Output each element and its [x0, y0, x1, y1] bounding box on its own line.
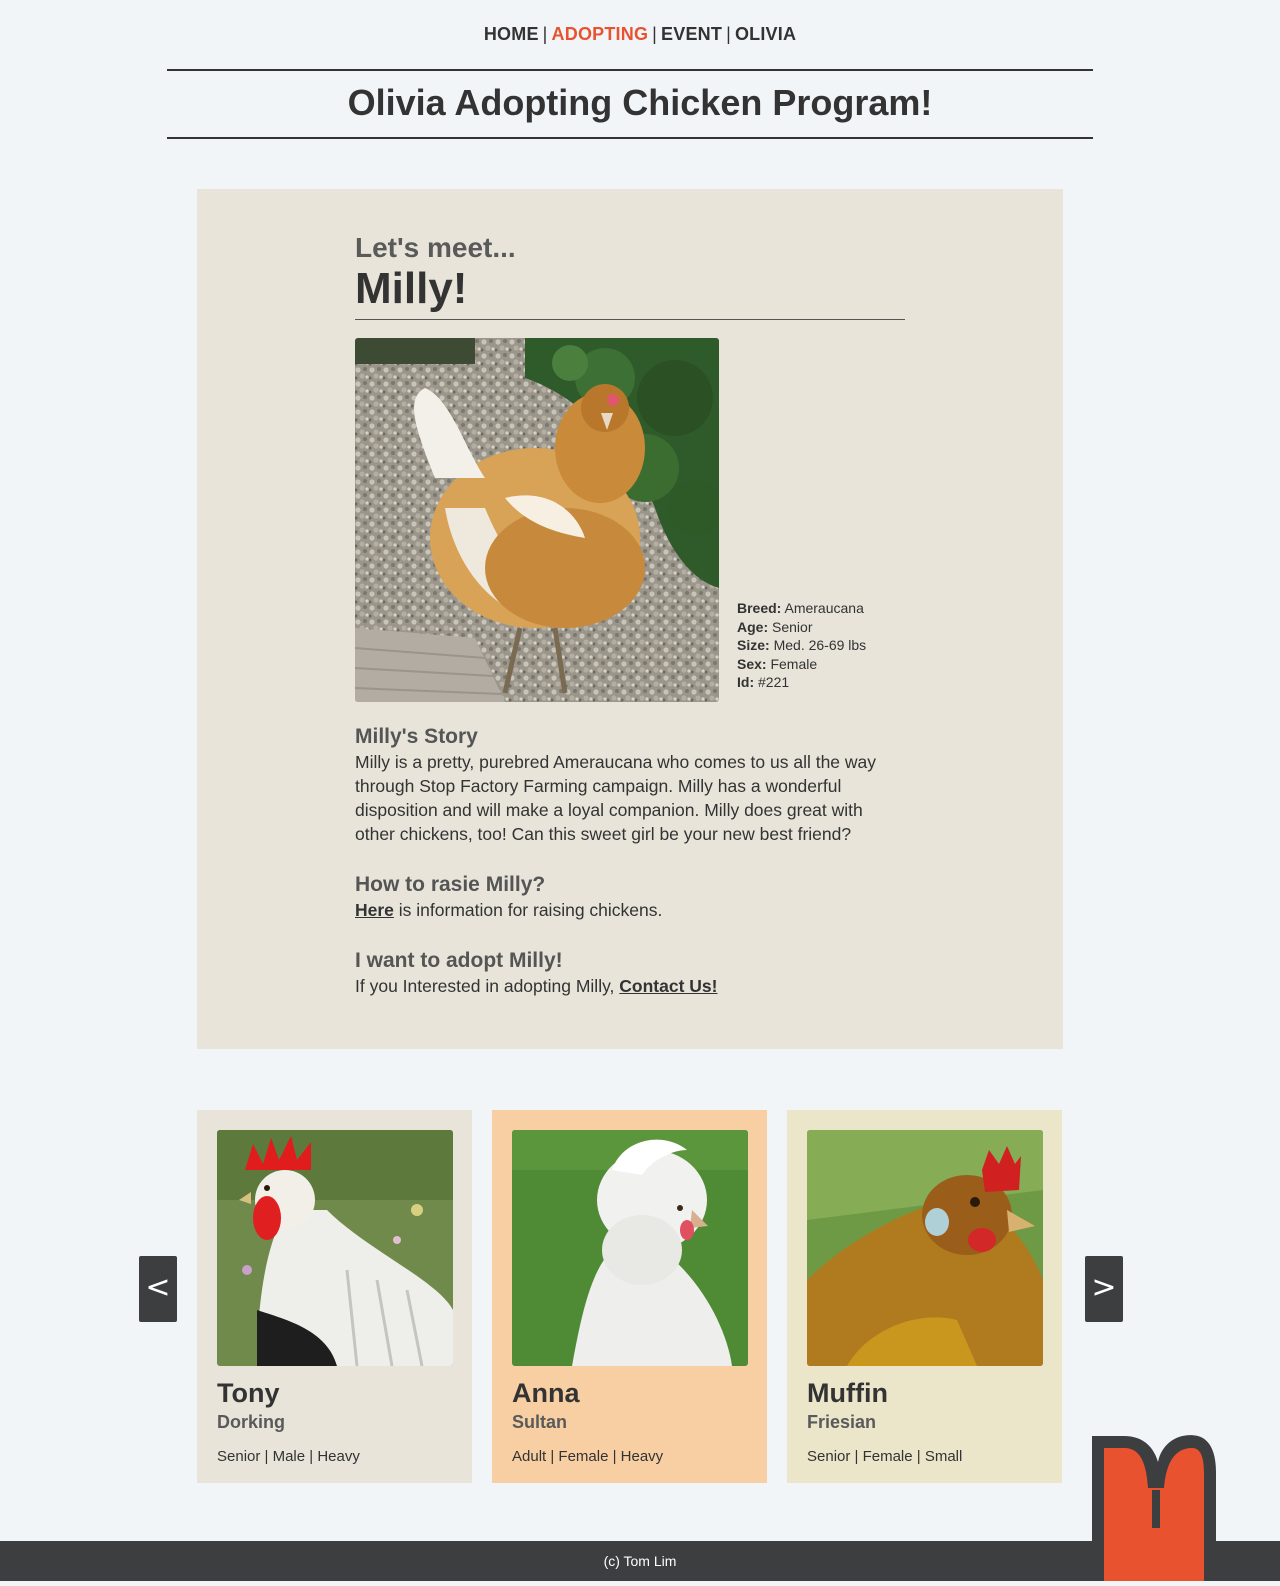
- chicken-card[interactable]: Tony Dorking Senior | Male | Heavy: [197, 1110, 472, 1483]
- raise-heading: How to rasie Milly?: [355, 873, 546, 896]
- chicken-card-name: Muffin: [807, 1378, 888, 1408]
- chicken-card-breed: Dorking: [217, 1412, 286, 1432]
- chicken-comb-logo-icon: [1092, 1435, 1216, 1581]
- contact-us-link[interactable]: Contact Us!: [619, 976, 717, 996]
- fact-size: Size: Med. 26-69 lbs: [737, 637, 867, 654]
- nav-olivia-link[interactable]: OLIVIA: [735, 24, 796, 44]
- rooster-photo-icon: [217, 1130, 453, 1366]
- nav-event-link[interactable]: EVENT: [661, 24, 722, 44]
- fact-sex: Sex: Female: [737, 655, 818, 672]
- story-text: Milly is a pretty, purebred Ameraucana w…: [355, 752, 877, 844]
- chicken-carousel: Tony Dorking Senior | Male | Heavy Anna …: [197, 1110, 1063, 1483]
- featured-chicken-content: Let's meet... Milly! Breed: Ameraucana A…: [355, 231, 905, 998]
- chicken-card-name: Tony: [217, 1378, 280, 1408]
- featured-name: Milly!: [355, 264, 468, 313]
- adopt-text: If you Interested in adopting Milly, Con…: [355, 976, 718, 996]
- carousel-next-button[interactable]: >: [1085, 1256, 1123, 1322]
- title-top-rule: [167, 69, 1093, 71]
- copyright-text: (c) Tom Lim: [603, 1553, 677, 1569]
- featured-chicken-panel: Let's meet... Milly! Breed: Ameraucana A…: [197, 189, 1063, 1049]
- raise-text: Here is information for raising chickens…: [355, 900, 663, 920]
- chicken-card-breed: Friesian: [807, 1412, 877, 1432]
- nav-home-link[interactable]: HOME: [484, 24, 539, 44]
- page-title: Olivia Adopting Chicken Program!: [347, 82, 933, 123]
- brown-hen-photo-icon: [807, 1130, 1043, 1366]
- carousel-prev-button[interactable]: <: [139, 1256, 177, 1322]
- nav-adopting-link[interactable]: ADOPTING: [552, 24, 649, 44]
- chicken-card-info: Senior | Female | Small: [807, 1448, 963, 1465]
- chicken-card-name: Anna: [512, 1378, 580, 1408]
- fact-id: Id: #221: [737, 674, 790, 691]
- top-nav: HOME | ADOPTING | EVENT | OLIVIA: [0, 24, 1280, 45]
- story-heading: Milly's Story: [355, 725, 478, 748]
- adopt-heading: I want to adopt Milly!: [355, 949, 563, 972]
- chicken-card[interactable]: Anna Sultan Adult | Female | Heavy: [492, 1110, 767, 1483]
- photo-and-facts: Breed: Ameraucana Age: Senior Size: Med.…: [355, 338, 905, 702]
- fact-breed: Breed: Ameraucana: [737, 600, 864, 617]
- chicken-thumbnail: [217, 1130, 453, 1366]
- chicken-card-breed: Sultan: [512, 1412, 568, 1432]
- chicken-facts: Breed: Ameraucana Age: Senior Size: Med.…: [737, 599, 866, 692]
- chicken-mascot-logo: [1084, 1428, 1224, 1581]
- chicken-card-info: Senior | Male | Heavy: [217, 1448, 360, 1465]
- intro-heading: Let's meet...: [355, 232, 516, 263]
- raise-info-link[interactable]: Here: [355, 900, 394, 920]
- nav-separator: |: [652, 24, 658, 44]
- chicken-photo-icon: [355, 338, 719, 702]
- chicken-card[interactable]: Muffin Friesian Senior | Female | Small: [787, 1110, 1062, 1483]
- name-divider: [355, 319, 905, 320]
- chicken-thumbnail: [512, 1130, 748, 1366]
- featured-chicken-photo: [355, 338, 719, 702]
- nav-separator: |: [726, 24, 731, 44]
- chicken-card-info: Adult | Female | Heavy: [512, 1448, 664, 1465]
- title-bottom-rule: [167, 137, 1093, 139]
- white-chicken-photo-icon: [512, 1130, 748, 1366]
- fact-age: Age: Senior: [737, 618, 813, 635]
- nav-separator: |: [542, 24, 548, 44]
- chicken-thumbnail: [807, 1130, 1043, 1366]
